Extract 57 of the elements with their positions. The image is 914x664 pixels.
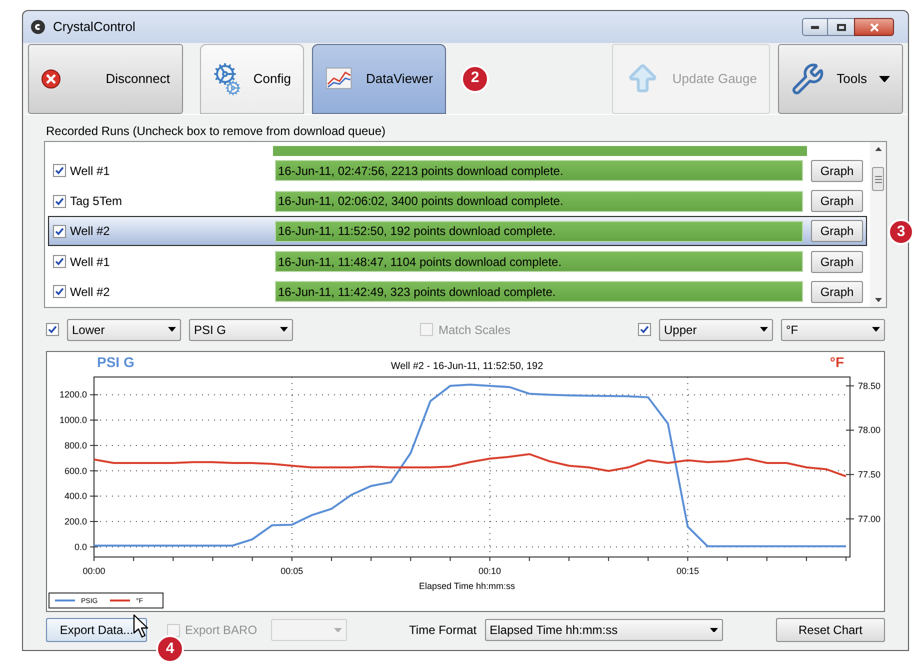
run-name: Well #1 — [70, 162, 111, 180]
tick-label: 00:05 — [280, 566, 304, 576]
graph-button[interactable]: Graph — [811, 250, 863, 273]
tick-label: 77.00 — [858, 514, 881, 524]
toolbar-button[interactable]: Tools — [778, 44, 903, 114]
time-format-select[interactable]: Elapsed Time hh:mm:ss — [484, 619, 723, 641]
tick-label: 77.50 — [858, 470, 881, 480]
run-name: Tag 5Tem — [70, 193, 124, 210]
checkbox-label: Export BARO — [185, 622, 258, 639]
tick-label: 400.0 — [64, 491, 87, 502]
graph-button[interactable]: Graph — [811, 160, 863, 182]
run-name: Well #2 — [70, 284, 111, 301]
unit-select[interactable]: PSI G — [189, 318, 293, 340]
tick-label: 78.50 — [858, 380, 881, 391]
field-label: Time Format — [409, 622, 477, 639]
axis-unit-label: °F — [830, 354, 844, 370]
window-title: CrystalControl — [53, 18, 136, 36]
axis-position-select[interactable]: Lower — [67, 318, 181, 340]
axis-position-select[interactable]: Upper — [659, 318, 773, 340]
axis-unit-label: PSI G — [97, 354, 134, 370]
tick-label: 00:10 — [478, 566, 502, 576]
run-name: Well #2 — [70, 223, 111, 240]
tick-label: 00:00 — [82, 566, 106, 576]
run-row[interactable]: Tag 5Tem 16-Jun-11, 02:06:02, 3400 points download complete. Graph — [48, 186, 867, 216]
chart-title: Well #2 - 16-Jun-11, 11:52:50, 192 — [390, 361, 544, 372]
toolbar-button[interactable]: Config — [200, 44, 304, 114]
tick-label: 0.0 — [74, 542, 87, 552]
toolbar-button[interactable]: DataViewer — [312, 44, 446, 114]
reset-chart-button[interactable]: Reset Chart — [776, 618, 885, 642]
toolbar-button[interactable]: Disconnect — [28, 44, 183, 114]
status-bar: 16-Jun-11, 02:06:02, 3400 points download complete. — [275, 190, 803, 212]
run-row[interactable]: Well #2 16-Jun-11, 11:42:49, 323 points download complete. Graph — [48, 276, 867, 307]
graph-button[interactable]: Graph — [811, 190, 863, 212]
tick-label: 00:15 — [676, 566, 699, 576]
unit-select[interactable]: °F — [781, 318, 885, 340]
callout-number: 3 — [888, 219, 914, 245]
tick-label: 200.0 — [64, 516, 87, 526]
tick-label: 600.0 — [64, 466, 87, 476]
checkbox-label: Match Scales — [438, 322, 511, 338]
callout-number: 2 — [461, 64, 489, 92]
tick-label: 78.00 — [858, 425, 881, 436]
status-bar: 16-Jun-11, 11:52:50, 192 points download complete. — [275, 220, 803, 242]
status-bar: 16-Jun-11, 11:42:49, 323 points download complete. — [275, 281, 803, 302]
run-row[interactable]: Well #2 16-Jun-11, 11:52:50, 192 points download complete. Graph — [48, 216, 867, 246]
tick-label: 1200.0 — [59, 390, 87, 400]
graph-button[interactable]: Graph — [811, 280, 863, 303]
graph-button[interactable]: Graph — [811, 220, 863, 242]
status-bar: 16-Jun-11, 11:48:47, 1104 points download complete. — [275, 251, 803, 272]
section-caption: Recorded Runs (Uncheck box to remove from download queue) — [46, 124, 387, 138]
run-row[interactable]: Well #1 16-Jun-11, 02:47:56, 2213 points download complete. Graph — [48, 156, 867, 186]
run-name: Well #1 — [70, 254, 111, 271]
run-row[interactable]: Well #1 16-Jun-11, 11:48:47, 1104 points download complete. Graph — [48, 246, 867, 277]
axis-title: Elapsed Time hh:mm:ss — [418, 581, 516, 591]
callout-number: 4 — [156, 635, 184, 663]
status-bar: 16-Jun-11, 02:47:56, 2213 points download complete. — [275, 160, 803, 182]
tick-label: 1000.0 — [59, 415, 87, 426]
tick-label: 800.0 — [64, 440, 87, 450]
